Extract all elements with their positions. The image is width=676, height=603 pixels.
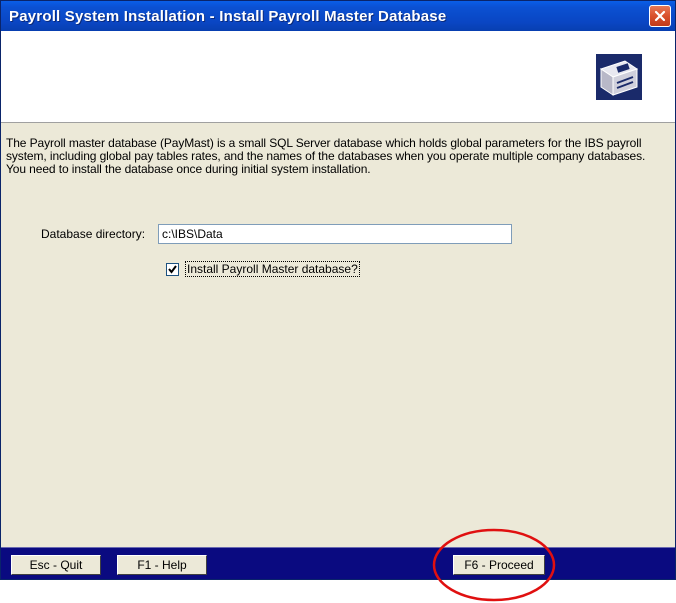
proceed-button[interactable]: F6 - Proceed [453, 555, 545, 575]
footer-bar: Esc - Quit F1 - Help F6 - Proceed [1, 547, 675, 579]
install-disk-icon [595, 53, 643, 101]
title-bar[interactable]: Payroll System Installation - Install Pa… [1, 1, 675, 31]
description-text: The Payroll master database (PayMast) is… [6, 136, 646, 176]
installer-window: Payroll System Installation - Install Pa… [0, 0, 676, 580]
database-directory-input[interactable] [158, 224, 512, 244]
install-master-db-checkbox-row[interactable]: Install Payroll Master database? [166, 261, 360, 277]
content-panel: The Payroll master database (PayMast) is… [1, 123, 675, 547]
header-panel [1, 31, 675, 123]
quit-button[interactable]: Esc - Quit [11, 555, 101, 575]
close-icon [654, 10, 666, 22]
database-directory-label: Database directory: [41, 227, 146, 241]
install-master-db-label[interactable]: Install Payroll Master database? [185, 261, 360, 277]
install-master-db-checkbox[interactable] [166, 262, 179, 276]
help-button[interactable]: F1 - Help [117, 555, 207, 575]
window-title: Payroll System Installation - Install Pa… [9, 7, 447, 25]
close-button[interactable] [649, 5, 671, 27]
checkmark-icon [168, 264, 177, 274]
